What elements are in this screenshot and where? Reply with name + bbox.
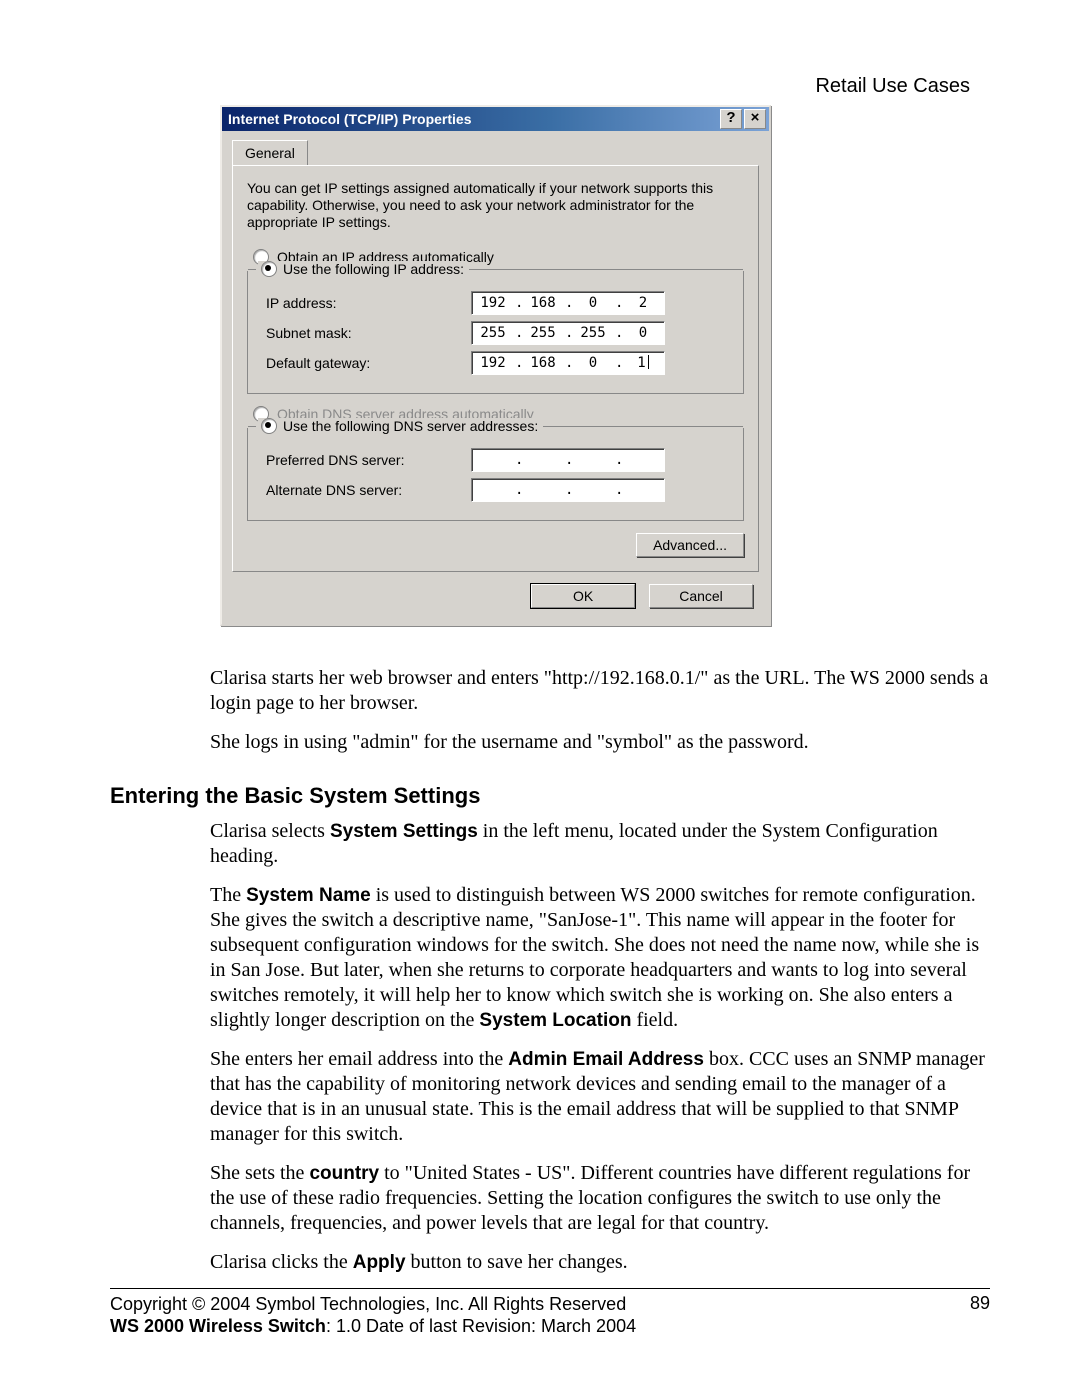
- para: The System Name is used to distinguish b…: [210, 883, 990, 1033]
- advanced-button[interactable]: Advanced...: [636, 533, 744, 557]
- preferred-dns-input[interactable]: . . .: [471, 448, 665, 472]
- footer-copyright: Copyright © 2004 Symbol Technologies, In…: [110, 1293, 636, 1315]
- cancel-button[interactable]: Cancel: [649, 584, 753, 608]
- radio-icon: [261, 418, 277, 434]
- ip-address-input[interactable]: 192. 168. 0. 2: [471, 291, 665, 315]
- para: She sets the country to "United States -…: [210, 1161, 990, 1236]
- alternate-dns-input[interactable]: . . .: [471, 478, 665, 502]
- ip-address-label: IP address:: [266, 295, 471, 311]
- page-number: 89: [970, 1293, 990, 1337]
- group-use-following-ip: Use the following IP address: IP address…: [247, 271, 744, 394]
- default-gateway-input[interactable]: 192. 168. 0. 1: [471, 351, 665, 375]
- caret-icon: [648, 355, 649, 369]
- radio-label: Use the following DNS server addresses:: [283, 418, 538, 434]
- para: Clarisa clicks the Apply button to save …: [210, 1250, 990, 1275]
- page-footer: Copyright © 2004 Symbol Technologies, In…: [110, 1288, 990, 1337]
- group-use-following-dns: Use the following DNS server addresses: …: [247, 428, 744, 521]
- alternate-dns-label: Alternate DNS server:: [266, 482, 471, 498]
- tcpip-dialog-figure: Internet Protocol (TCP/IP) Properties ? …: [220, 105, 770, 626]
- default-gateway-label: Default gateway:: [266, 355, 471, 371]
- running-header: Retail Use Cases: [815, 75, 970, 98]
- radio-use-following-ip[interactable]: Use the following IP address:: [258, 261, 467, 277]
- dialog-title: Internet Protocol (TCP/IP) Properties: [228, 111, 718, 127]
- help-button[interactable]: ?: [720, 109, 742, 129]
- footer-product: WS 2000 Wireless Switch: [110, 1316, 326, 1336]
- para: She enters her email address into the Ad…: [210, 1047, 990, 1147]
- radio-label: Use the following IP address:: [283, 261, 464, 277]
- dialog-titlebar: Internet Protocol (TCP/IP) Properties ? …: [222, 107, 769, 131]
- close-button[interactable]: ×: [744, 109, 766, 129]
- para: Clarisa starts her web browser and enter…: [210, 666, 990, 716]
- ok-button[interactable]: OK: [531, 584, 635, 608]
- preferred-dns-label: Preferred DNS server:: [266, 452, 471, 468]
- radio-icon: [261, 261, 277, 277]
- dialog-description: You can get IP settings assigned automat…: [247, 180, 744, 231]
- tcpip-dialog: Internet Protocol (TCP/IP) Properties ? …: [220, 105, 771, 626]
- para: She logs in using "admin" for the userna…: [210, 730, 990, 755]
- section-heading: Entering the Basic System Settings: [110, 783, 990, 809]
- tab-panel-general: You can get IP settings assigned automat…: [232, 165, 759, 572]
- subnet-mask-label: Subnet mask:: [266, 325, 471, 341]
- tab-general[interactable]: General: [232, 140, 308, 165]
- subnet-mask-input[interactable]: 255. 255. 255. 0: [471, 321, 665, 345]
- tab-strip: General: [232, 139, 759, 165]
- para: Clarisa selects System Settings in the l…: [210, 819, 990, 869]
- radio-use-following-dns[interactable]: Use the following DNS server addresses:: [258, 418, 541, 434]
